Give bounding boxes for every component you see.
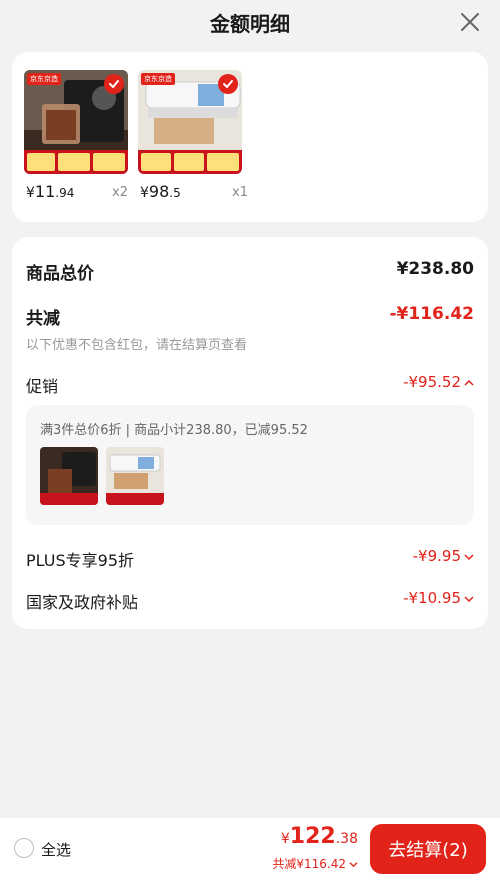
product-item: 京东京造 ¥11.94 x2 (24, 70, 128, 201)
goods-total-label: 商品总价 (26, 264, 94, 284)
product-price: ¥98.5 (140, 182, 181, 201)
chevron-up-icon (464, 379, 474, 386)
product-price: ¥11.94 (26, 182, 75, 201)
product-image[interactable]: 京东京造 (138, 70, 242, 174)
promotion-label: 促销 (26, 377, 59, 396)
page-title: 金额明细 (210, 11, 290, 36)
checkout-button[interactable]: 去结算(2) (370, 824, 486, 874)
chevron-down-icon (464, 553, 474, 560)
promotion-value: -¥95.52 (403, 373, 461, 391)
store-tag: 京东京造 (27, 73, 61, 85)
plus-discount-label: PLUS专享95折 (26, 551, 134, 570)
price-row: ¥98.5 x1 (138, 182, 248, 202)
subsidy-toggle[interactable]: -¥10.95 (403, 589, 474, 607)
select-all-label: 全选 (41, 841, 72, 859)
promo-strip (138, 150, 242, 174)
radio-circle-icon (14, 838, 34, 858)
selected-check-icon[interactable] (218, 74, 238, 94)
header: 金额明细 (0, 0, 500, 44)
total-discount-value: -¥116.42 (389, 304, 475, 324)
total-price: ¥122.38 (280, 824, 358, 849)
chevron-down-icon (464, 595, 474, 602)
discount-note: 以下优惠不包含红包，请在结算页查看 (26, 338, 248, 353)
plus-discount-value: -¥9.95 (412, 547, 461, 565)
product-item: 京东京造 ¥98.5 x1 (138, 70, 248, 201)
saved-amount-toggle[interactable]: 共减¥116.42 (272, 855, 358, 872)
promotion-description: 满3件总价6折 | 商品小计238.80，已减95.52 (40, 423, 308, 438)
product-quantity: x1 (232, 185, 248, 200)
promotion-toggle[interactable]: -¥95.52 (403, 373, 474, 391)
total-discount-label: 共减 (26, 309, 60, 329)
promotion-item-thumbnail (40, 447, 98, 505)
price-row: ¥11.94 x2 (24, 182, 128, 202)
product-list-card: 京东京造 ¥11.94 x2 京东京造 ¥98.5 x1 (12, 52, 488, 222)
close-icon[interactable] (458, 10, 482, 34)
bottom-action-bar: 全选 ¥122.38 共减¥116.42 去结算(2) (0, 818, 500, 880)
store-tag: 京东京造 (141, 73, 175, 85)
subsidy-value: -¥10.95 (403, 589, 461, 607)
promotion-item-thumbnail (106, 447, 164, 505)
promo-strip (24, 150, 128, 174)
product-quantity: x2 (112, 185, 128, 200)
amount-detail-card: 商品总价 ¥238.80 共减 -¥116.42 以下优惠不包含红包，请在结算页… (12, 237, 488, 629)
plus-discount-toggle[interactable]: -¥9.95 (413, 547, 474, 565)
promotion-detail-box: 满3件总价6折 | 商品小计238.80，已减95.52 (26, 405, 474, 525)
subsidy-label: 国家及政府补贴 (26, 593, 139, 612)
goods-total-value: ¥238.80 (396, 259, 474, 279)
selected-check-icon[interactable] (104, 74, 124, 94)
saved-amount: 共减¥116.42 (272, 857, 346, 871)
product-image[interactable]: 京东京造 (24, 70, 128, 174)
chevron-down-icon (349, 862, 358, 868)
